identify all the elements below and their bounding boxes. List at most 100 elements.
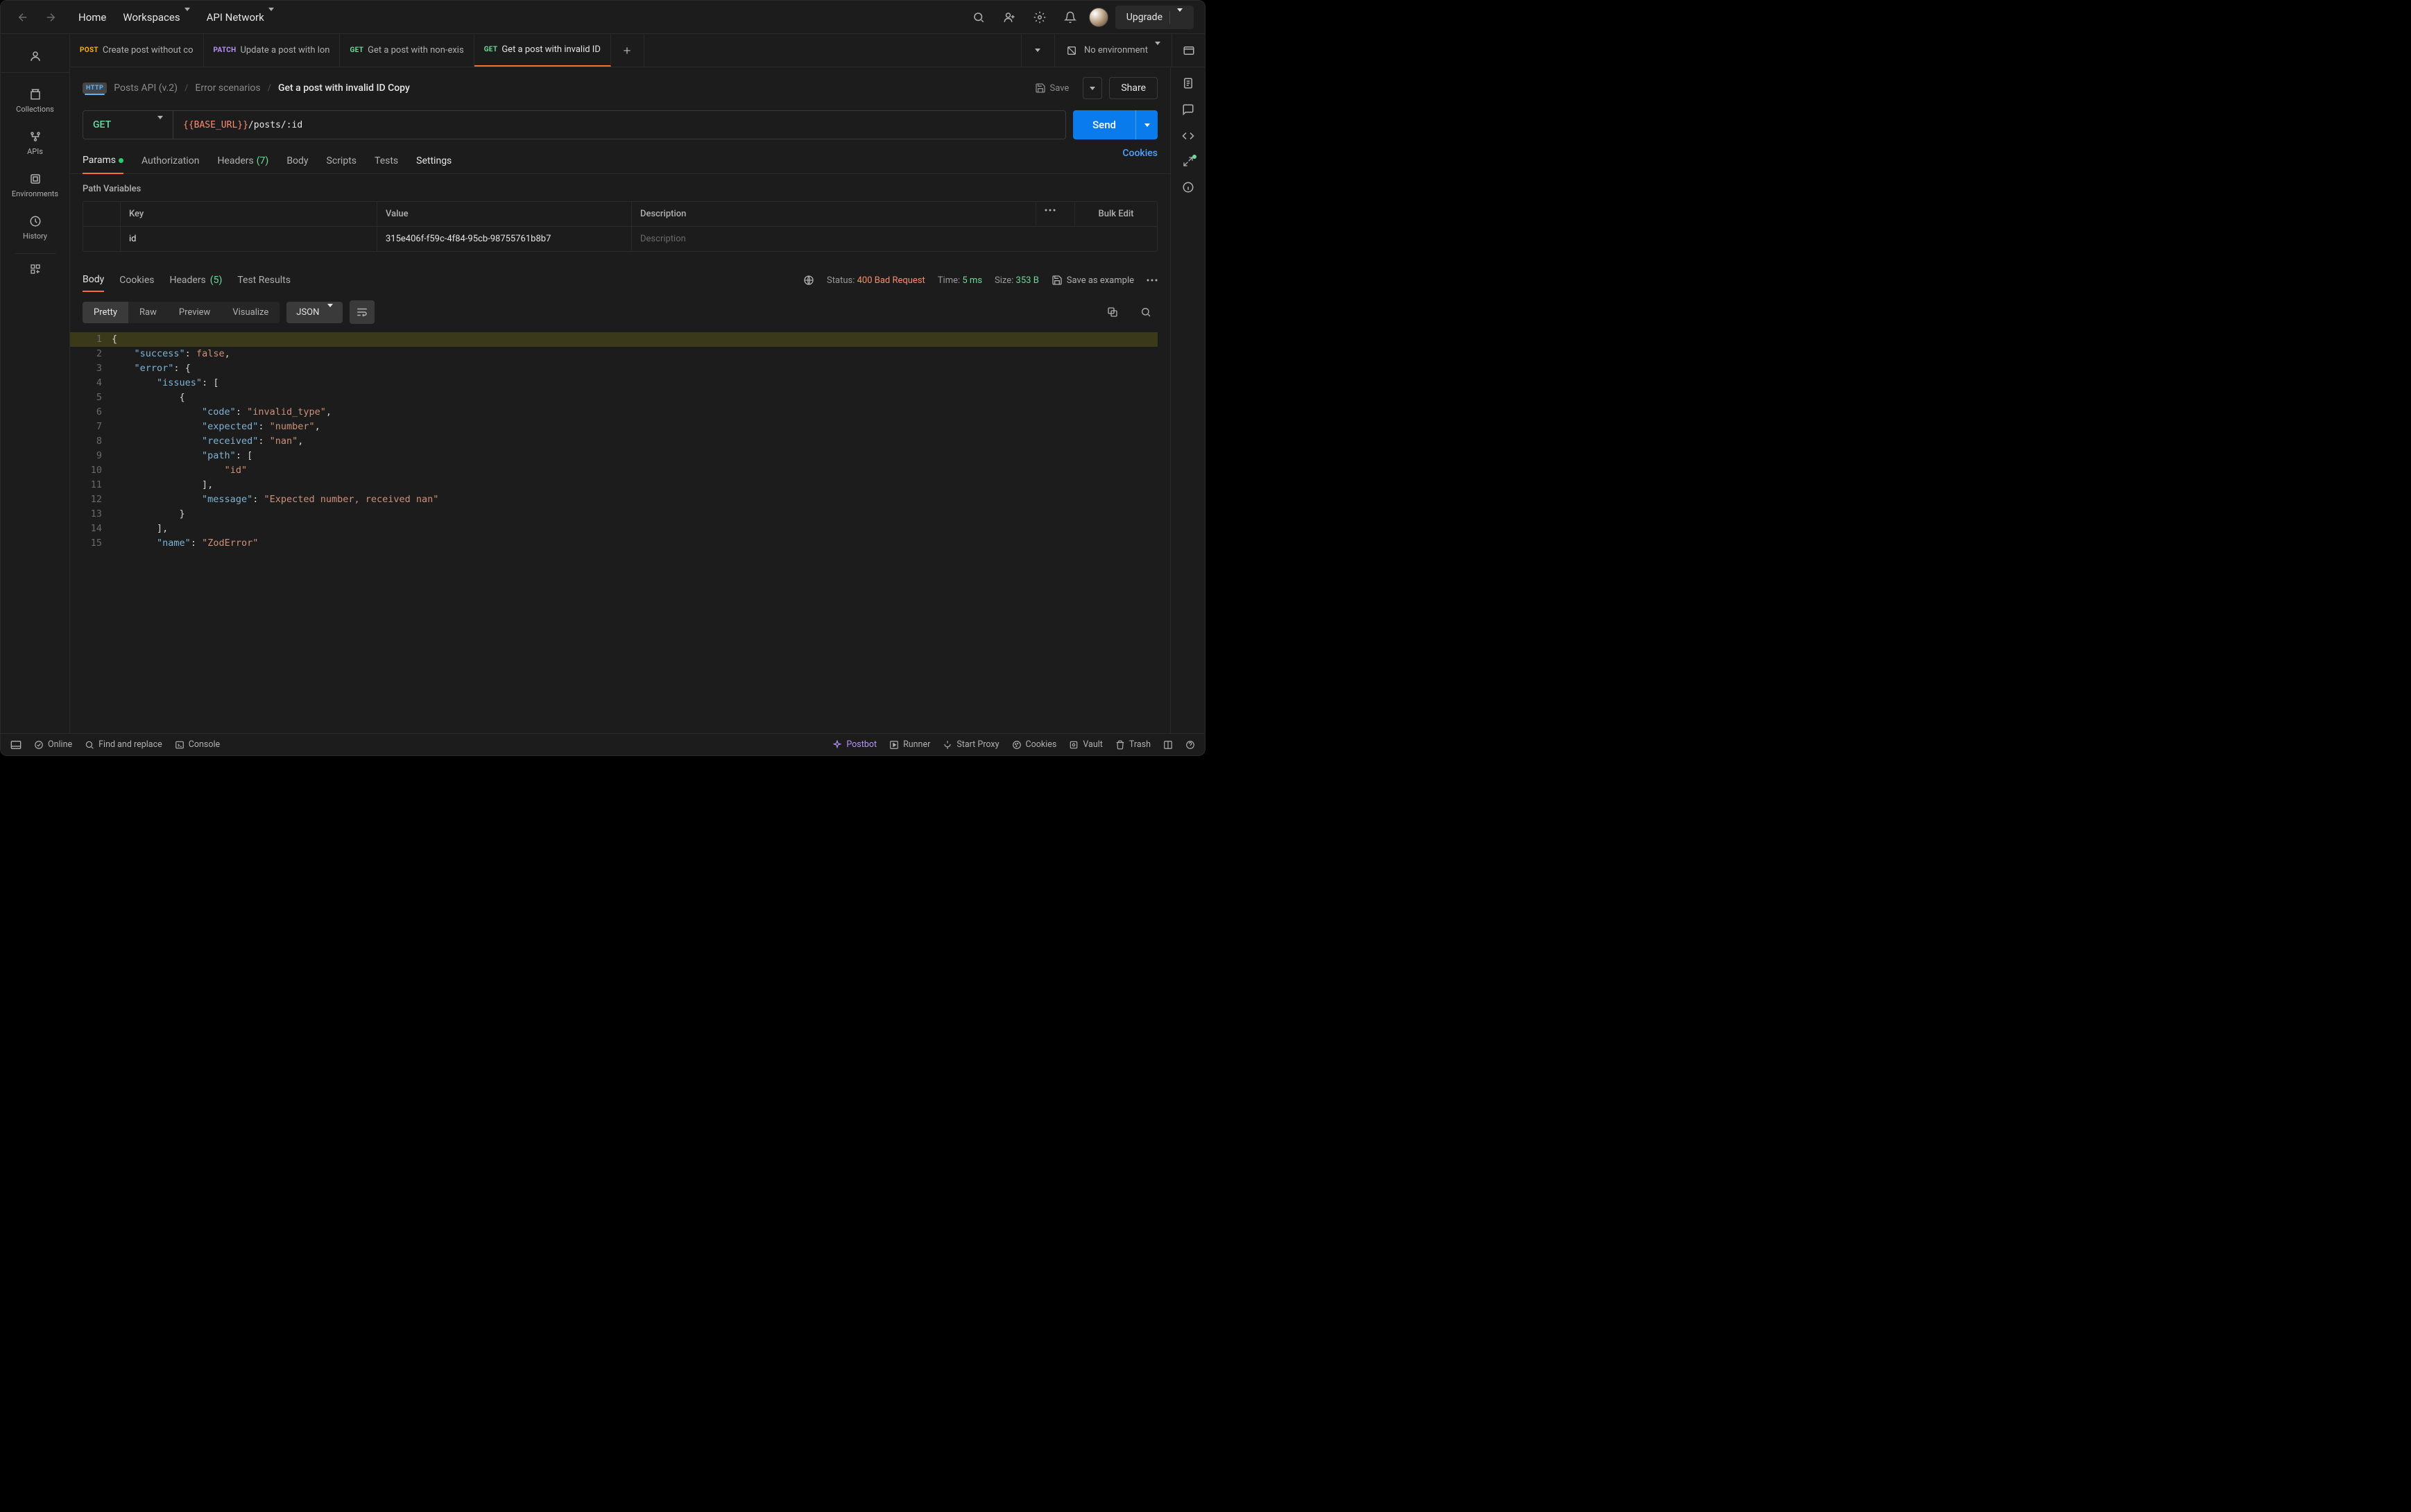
- send-dropdown[interactable]: [1135, 110, 1158, 139]
- footer-vault[interactable]: Vault: [1069, 739, 1103, 750]
- tab-3[interactable]: GET Get a post with invalid ID: [474, 34, 611, 67]
- info-icon[interactable]: [1182, 181, 1194, 194]
- environments-icon: [29, 173, 42, 185]
- path-variables-title: Path Variables: [83, 184, 1158, 194]
- save-example-button[interactable]: Save as example: [1052, 275, 1134, 286]
- param-description[interactable]: Description: [632, 227, 1157, 251]
- tab-headers[interactable]: Headers (7): [217, 148, 268, 173]
- param-key[interactable]: id: [121, 227, 377, 251]
- url-input[interactable]: {{BASE_URL}}/posts/:id: [173, 111, 1065, 139]
- crumb-collection[interactable]: Posts API (v.2): [114, 83, 178, 94]
- tab-body[interactable]: Body: [286, 148, 308, 173]
- footer-console[interactable]: Console: [175, 739, 220, 750]
- request-tabs: Params Authorization Headers (7) Body Sc…: [70, 148, 1170, 174]
- tab-settings[interactable]: Settings: [416, 148, 452, 173]
- nav-label: History: [23, 232, 47, 241]
- settings-icon[interactable]: [1028, 6, 1052, 29]
- footer-find-replace[interactable]: Find and replace: [85, 739, 162, 750]
- invite-icon[interactable]: [997, 6, 1021, 29]
- avatar[interactable]: [1089, 8, 1108, 27]
- forward-arrow-icon[interactable]: [40, 6, 62, 28]
- workspace-person-icon[interactable]: [24, 44, 47, 68]
- method-badge: POST: [80, 46, 98, 54]
- view-mode-tabs: Pretty Raw Preview Visualize: [83, 302, 280, 323]
- new-tab-button[interactable]: [611, 34, 644, 67]
- nav-collections[interactable]: Collections: [8, 81, 63, 121]
- chevron-down-icon: [185, 11, 190, 24]
- tabs-dropdown[interactable]: [1021, 34, 1054, 67]
- footer-postbot[interactable]: Postbot: [832, 739, 877, 750]
- view-visualize[interactable]: Visualize: [221, 302, 280, 323]
- response-body[interactable]: 1{2 "success": false,3 "error": {4 "issu…: [70, 332, 1170, 733]
- tabs-bar: POST Create post without co PATCH Update…: [70, 34, 1205, 67]
- save-dropdown[interactable]: [1083, 77, 1102, 99]
- footer-proxy[interactable]: Start Proxy: [943, 739, 999, 750]
- view-raw[interactable]: Raw: [128, 302, 168, 323]
- footer-runner[interactable]: Runner: [889, 739, 930, 750]
- check-circle-icon: [34, 740, 44, 750]
- footer-panel-icon[interactable]: [10, 740, 22, 750]
- view-preview[interactable]: Preview: [168, 302, 221, 323]
- documentation-icon[interactable]: [1182, 77, 1194, 89]
- resp-tab-cookies[interactable]: Cookies: [119, 269, 154, 291]
- tab-tests[interactable]: Tests: [375, 148, 398, 173]
- search-response-icon[interactable]: [1134, 300, 1158, 324]
- col-more-icon[interactable]: [1036, 202, 1075, 226]
- cookies-link[interactable]: Cookies: [1122, 148, 1158, 173]
- footer-cookies[interactable]: Cookies: [1012, 739, 1057, 750]
- method-selector[interactable]: GET: [83, 111, 173, 139]
- workspaces-menu[interactable]: Workspaces: [123, 11, 189, 24]
- env-quicklook-icon[interactable]: [1172, 34, 1205, 67]
- resp-tab-test-results[interactable]: Test Results: [237, 269, 291, 291]
- tab-scripts[interactable]: Scripts: [327, 148, 357, 173]
- comments-icon[interactable]: [1182, 103, 1194, 116]
- save-button[interactable]: Save: [1028, 78, 1076, 98]
- upgrade-button[interactable]: Upgrade: [1115, 6, 1194, 29]
- search-icon[interactable]: [967, 6, 990, 29]
- status-bar: Online Find and replace Console Postbot …: [1, 733, 1205, 755]
- tab-2[interactable]: GET Get a post with non-exis: [340, 34, 474, 67]
- bulk-edit-button[interactable]: Bulk Edit: [1075, 202, 1157, 226]
- param-value[interactable]: 315e406f-f59c-4f84-95cb-98755761b8b7: [377, 227, 632, 251]
- nav-add-sidebar[interactable]: [8, 259, 63, 279]
- tab-1[interactable]: PATCH Update a post with lon: [204, 34, 341, 67]
- no-env-icon: [1066, 45, 1077, 56]
- expand-icon[interactable]: [1183, 156, 1194, 167]
- nav-history[interactable]: History: [8, 208, 63, 248]
- notifications-icon[interactable]: [1058, 6, 1082, 29]
- wrap-lines-icon[interactable]: [350, 300, 375, 324]
- table-row: id 315e406f-f59c-4f84-95cb-98755761b8b7 …: [83, 227, 1157, 251]
- environment-selector[interactable]: No environment: [1054, 34, 1172, 67]
- home-link[interactable]: Home: [78, 11, 106, 24]
- size-value: 353 B: [1016, 275, 1039, 286]
- view-pretty[interactable]: Pretty: [83, 302, 128, 323]
- footer-layout-icon[interactable]: [1163, 740, 1173, 750]
- nav-apis[interactable]: APIs: [8, 123, 63, 163]
- nav-environments[interactable]: Environments: [8, 166, 63, 205]
- time-value: 5 ms: [962, 275, 982, 286]
- send-button[interactable]: Send: [1073, 110, 1135, 139]
- crumb-folder[interactable]: Error scenarios: [195, 83, 260, 94]
- footer-trash[interactable]: Trash: [1115, 739, 1151, 750]
- tab-0[interactable]: POST Create post without co: [70, 34, 204, 67]
- more-icon[interactable]: [1147, 279, 1158, 282]
- share-button[interactable]: Share: [1109, 77, 1158, 99]
- footer-online[interactable]: Online: [34, 739, 72, 750]
- nav-label: APIs: [27, 147, 43, 156]
- tab-authorization[interactable]: Authorization: [141, 148, 199, 173]
- tab-label: Get a post with non-exis: [368, 45, 464, 55]
- left-nav: Collections APIs Environments History: [1, 34, 70, 733]
- code-icon[interactable]: [1182, 130, 1194, 142]
- format-selector[interactable]: JSON: [286, 302, 343, 323]
- tab-label: Update a post with lon: [240, 45, 329, 55]
- resp-tab-headers[interactable]: Headers (5): [169, 269, 222, 291]
- tab-params[interactable]: Params: [83, 148, 123, 174]
- footer-help-icon[interactable]: [1185, 740, 1195, 750]
- method-badge: GET: [484, 46, 498, 53]
- api-network-menu[interactable]: API Network: [207, 11, 274, 24]
- copy-icon[interactable]: [1101, 300, 1124, 324]
- globe-icon[interactable]: [803, 275, 814, 286]
- chevron-down-icon: [327, 307, 333, 318]
- back-arrow-icon[interactable]: [12, 6, 34, 28]
- resp-tab-body[interactable]: Body: [83, 268, 104, 292]
